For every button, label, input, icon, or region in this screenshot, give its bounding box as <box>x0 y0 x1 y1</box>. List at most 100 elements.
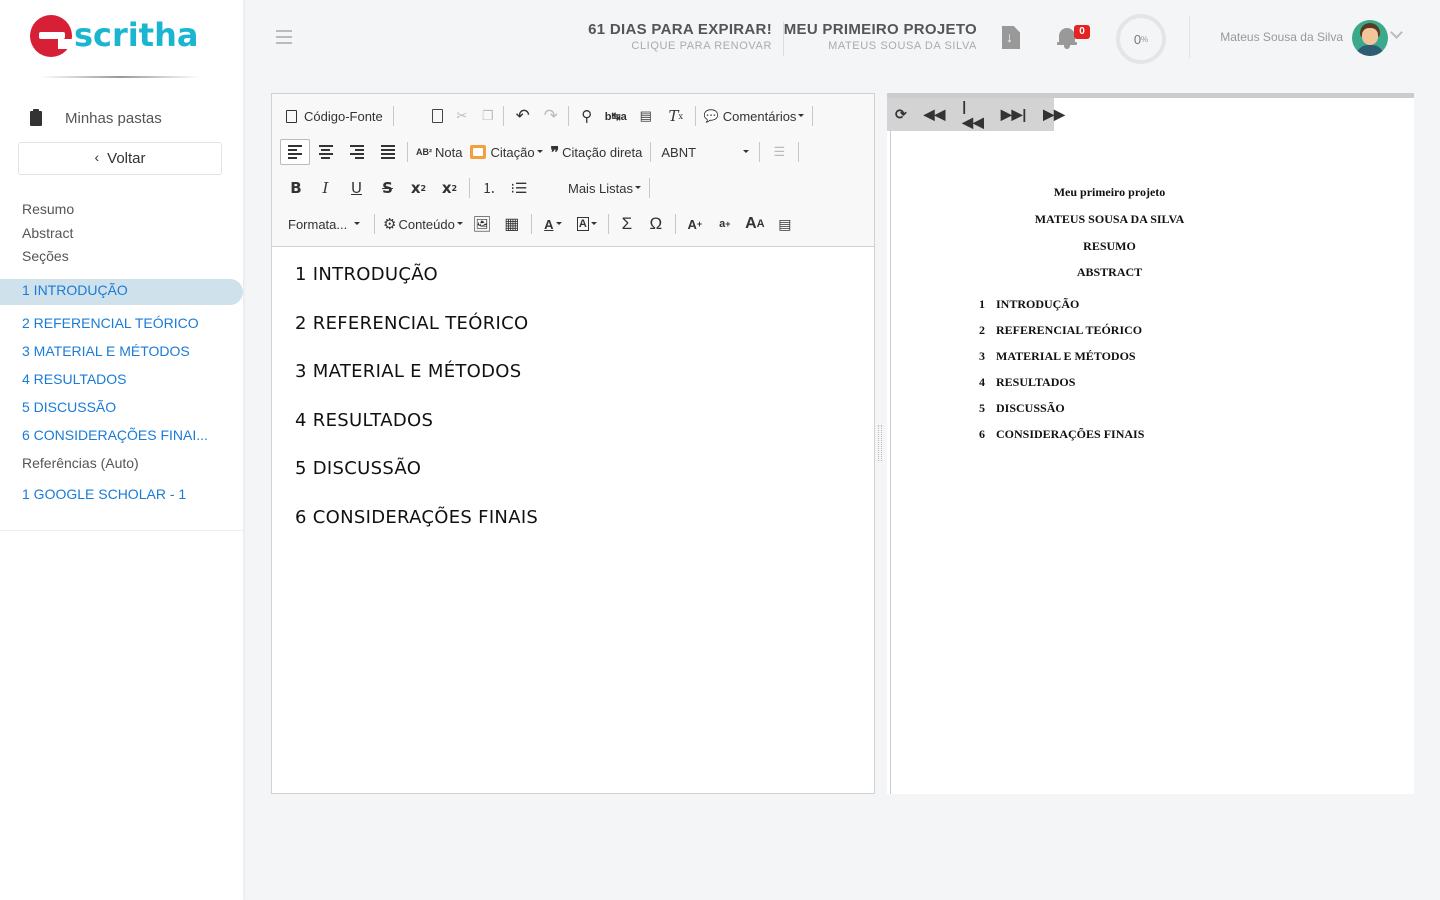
references-link[interactable]: Referências (Auto) <box>22 455 139 471</box>
reference-item[interactable]: 1 GOOGLE SCHOLAR - 1 <box>22 486 186 502</box>
link-secoes[interactable]: Seções <box>22 245 74 269</box>
font-increase-icon[interactable]: A + <box>680 211 710 237</box>
outdent-icon[interactable]: ☰ <box>764 139 794 165</box>
section-item-active[interactable]: 1 INTRODUÇÃO <box>0 279 243 305</box>
text-editor: Código-Fonte ✂ ❐ ↶ ↷ ⚲ b↹a ▤ Tx 💬 Coment… <box>271 93 875 794</box>
citation-button[interactable]: Citação <box>466 139 546 165</box>
align-right-icon[interactable] <box>341 139 372 165</box>
comments-button[interactable]: 💬 Comentários <box>700 103 809 129</box>
align-justify-icon[interactable] <box>372 139 403 165</box>
clear-format-icon[interactable]: Tx <box>661 103 691 129</box>
bulleted-list-icon[interactable]: ⁝☰ <box>504 175 534 201</box>
select-all-icon[interactable]: ▤ <box>631 103 661 129</box>
document-heading[interactable]: 4 RESULTADOS <box>295 410 538 459</box>
avatar[interactable] <box>1352 20 1388 56</box>
sigma-icon[interactable]: Σ <box>613 211 641 237</box>
document-heading[interactable]: 1 INTRODUÇÃO <box>295 264 538 313</box>
underline-icon[interactable]: U <box>341 175 372 201</box>
search-icon[interactable]: ⚲ <box>573 103 601 129</box>
subscript-icon[interactable]: x2 <box>403 175 434 201</box>
my-folders-link[interactable]: Minhas pastas <box>30 109 162 127</box>
editor-toolbar: Código-Fonte ✂ ❐ ↶ ↷ ⚲ b↹a ▤ Tx 💬 Coment… <box>272 94 874 247</box>
section-item[interactable]: 4 RESULTADOS <box>22 369 208 397</box>
chevron-left-icon: ‹ <box>94 148 100 165</box>
table-icon[interactable]: ▦ <box>497 211 527 237</box>
source-code-button[interactable]: Código-Fonte <box>282 103 387 129</box>
omega-icon[interactable]: Ω <box>641 211 671 237</box>
format-select[interactable]: Formata... <box>272 211 366 237</box>
undo-icon[interactable]: ↶ <box>508 103 538 129</box>
section-item[interactable]: 6 CONSIDERAÇÕES FINAI... <box>22 425 208 453</box>
renew-notice[interactable]: 61 DIAS PARA EXPIRAR! CLIQUE PARA RENOVA… <box>588 21 772 52</box>
progress-value: 0 <box>1133 31 1142 47</box>
section-label: 1 INTRODUÇÃO <box>22 282 128 298</box>
toc-entry: 3 MATERIAL E MÉTODOS <box>979 349 1136 364</box>
back-button[interactable]: ‹ Voltar <box>18 142 222 175</box>
direct-citation-button[interactable]: ❞ Citação direta <box>547 139 647 165</box>
note-icon: AB² <box>416 147 432 157</box>
logo-text: scritha <box>74 16 199 54</box>
more-lists-label: Mais Listas <box>568 180 634 196</box>
replace-icon[interactable]: b↹a <box>601 103 631 129</box>
document-heading[interactable]: 5 DISCUSSÃO <box>295 458 538 507</box>
numbered-list-icon[interactable]: ⒈ <box>474 175 504 201</box>
text-color-icon[interactable]: A <box>536 211 570 237</box>
last-page-icon[interactable]: ▶▶| <box>1001 106 1026 123</box>
toc-entry: 2 REFERENCIAL TEÓRICO <box>979 323 1143 338</box>
preview-title: Meu primeiro projeto <box>1053 185 1166 199</box>
chevron-down-icon[interactable] <box>1390 26 1403 39</box>
logo[interactable]: scritha <box>30 14 198 58</box>
download-file-icon[interactable] <box>1002 26 1020 49</box>
more-lists-button[interactable]: Mais Listas <box>564 175 645 201</box>
file-code-icon <box>286 109 297 123</box>
first-page-icon[interactable]: |◀◀ <box>962 98 984 131</box>
content-button[interactable]: ⚙ Conteúdo <box>379 211 467 237</box>
document-heading[interactable]: 3 MATERIAL E MÉTODOS <box>295 361 538 410</box>
refresh-icon[interactable]: ⟳ <box>895 106 907 123</box>
source-code-label: Código-Fonte <box>304 108 383 124</box>
italic-icon[interactable]: I <box>310 175 341 201</box>
section-item[interactable]: 5 DISCUSSÃO <box>22 397 208 425</box>
page-icon[interactable]: ▤ <box>770 211 800 237</box>
copy-icon[interactable]: ❐ <box>477 103 499 129</box>
section-item[interactable]: 3 MATERIAL E MÉTODOS <box>22 341 208 369</box>
note-label: Nota <box>435 144 463 160</box>
citation-style-select[interactable]: ABNT <box>655 139 755 165</box>
user-name[interactable]: Mateus Sousa da Silva <box>1220 30 1343 44</box>
section-item[interactable]: 2 REFERENCIAL TEÓRICO <box>22 313 208 341</box>
project-info[interactable]: MEU PRIMEIRO PROJETO MATEUS SOUSA DA SIL… <box>784 21 977 52</box>
document-heading[interactable]: 6 CONSIDERAÇÕES FINAIS <box>295 507 538 556</box>
align-left-icon[interactable] <box>280 139 310 165</box>
background-color-icon[interactable]: A <box>570 211 604 237</box>
note-button[interactable]: AB² Nota <box>412 139 466 165</box>
paste-icon[interactable] <box>428 103 447 129</box>
hamburger-menu-icon[interactable] <box>276 30 292 44</box>
align-center-icon[interactable] <box>310 139 341 165</box>
strikethrough-icon[interactable]: S <box>372 175 403 201</box>
fast-forward-icon[interactable]: ▶▶ <box>1043 106 1065 123</box>
rewind-icon[interactable]: ◀◀ <box>924 106 946 123</box>
toc-entry: 5 DISCUSSÃO <box>979 401 1065 416</box>
redo-icon[interactable]: ↷ <box>538 103 564 129</box>
superscript-icon[interactable]: x2 <box>434 175 465 201</box>
link-resumo[interactable]: Resumo <box>22 198 74 222</box>
content-label: Conteúdo <box>398 216 455 232</box>
progress-indicator: 0% <box>1116 14 1166 64</box>
renew-link[interactable]: CLIQUE PARA RENOVAR <box>588 40 772 52</box>
font-decrease-icon[interactable]: a + <box>710 211 740 237</box>
cut-icon[interactable]: ✂ <box>447 103 477 129</box>
text-case-icon[interactable]: AA <box>740 211 770 237</box>
citation-label: Citação <box>490 144 535 160</box>
document-content[interactable]: 1 INTRODUÇÃO 2 REFERENCIAL TEÓRICO 3 MAT… <box>272 264 538 556</box>
document-heading[interactable]: 2 REFERENCIAL TEÓRICO <box>295 313 538 362</box>
pane-resize-handle[interactable] <box>878 425 882 461</box>
bold-icon[interactable]: B <box>282 175 310 201</box>
comments-icon: 💬 <box>703 109 719 123</box>
logo-e-icon <box>30 15 74 57</box>
sidebar-divider <box>0 530 243 531</box>
clipboard-icon <box>30 109 42 126</box>
preview-author: MATEUS SOUSA DA SILVA <box>1034 212 1185 226</box>
link-abstract[interactable]: Abstract <box>22 222 74 246</box>
comments-label: Comentários <box>722 108 797 124</box>
image-icon[interactable]: 🖼 <box>467 211 497 237</box>
